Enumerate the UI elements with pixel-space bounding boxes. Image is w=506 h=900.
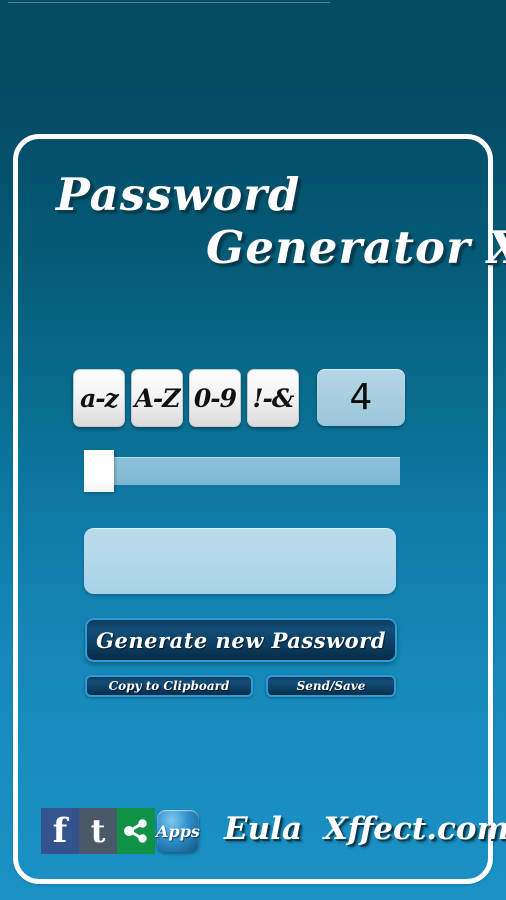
brand-label: Eula Xffect.com xyxy=(224,811,506,847)
facebook-button[interactable]: f xyxy=(41,808,79,854)
share-icon xyxy=(124,819,147,843)
charset-toggle-lowercase[interactable]: a-z xyxy=(73,369,125,427)
send-save-button[interactable]: Send/Save xyxy=(266,675,396,697)
tumblr-button[interactable]: t xyxy=(79,808,117,854)
password-length-value: 4 xyxy=(349,376,373,418)
copy-to-clipboard-label: Copy to Clipboard xyxy=(108,679,230,693)
password-length-slider[interactable] xyxy=(84,450,400,492)
generate-password-button[interactable]: Generate new Password xyxy=(85,618,397,662)
charset-toggle-uppercase[interactable]: A-Z xyxy=(131,369,183,427)
password-length-display[interactable]: 4 xyxy=(317,369,405,426)
send-save-label: Send/Save xyxy=(296,679,366,693)
copy-to-clipboard-button[interactable]: Copy to Clipboard xyxy=(85,675,253,697)
charset-toggle-row: a-z A-Z 0-9 !-& 4 xyxy=(73,369,433,431)
charset-toggle-uppercase-label: A-Z xyxy=(134,383,180,413)
facebook-icon: f xyxy=(52,811,68,851)
app-root: Password Generator X a-z A-Z 0-9 !-& 4 G… xyxy=(0,0,506,900)
charset-toggle-digits-label: 0-9 xyxy=(193,383,237,413)
apps-icon: Apps xyxy=(156,821,200,841)
charset-toggle-lowercase-label: a-z xyxy=(80,383,119,413)
apps-button[interactable]: Apps xyxy=(156,810,200,852)
tumblr-icon: t xyxy=(90,812,106,850)
generate-password-label: Generate new Password xyxy=(96,627,386,653)
slider-track[interactable] xyxy=(110,457,400,485)
content-frame xyxy=(13,134,493,884)
footer-bar: f t Apps Eula Xffect.com xyxy=(41,808,506,860)
status-bar-line xyxy=(8,2,330,3)
charset-toggle-symbols[interactable]: !-& xyxy=(247,369,299,427)
slider-thumb[interactable] xyxy=(84,450,114,492)
password-output-field[interactable] xyxy=(84,528,396,594)
charset-toggle-symbols-label: !-& xyxy=(252,383,295,413)
charset-toggle-digits[interactable]: 0-9 xyxy=(189,369,241,427)
share-button[interactable] xyxy=(117,808,155,854)
